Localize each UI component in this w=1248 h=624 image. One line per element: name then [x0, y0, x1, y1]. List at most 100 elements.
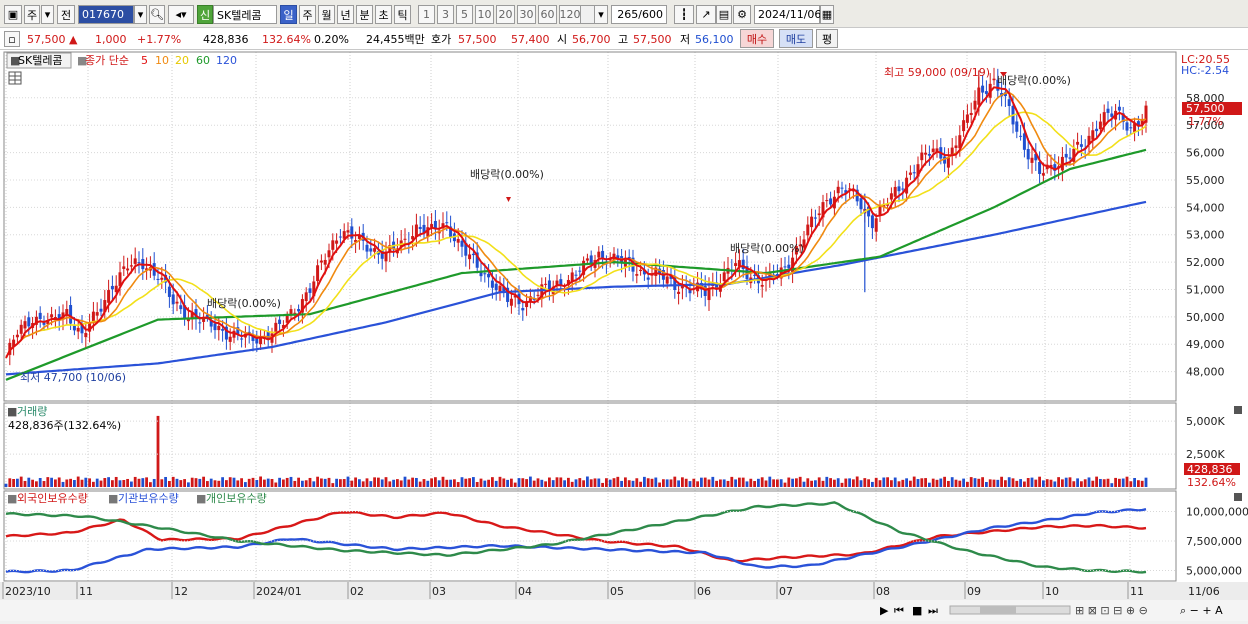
holdings-close-icon[interactable] — [1234, 493, 1242, 501]
date-tick-12: 10 — [1045, 585, 1059, 598]
tick-button-3[interactable]: 3 — [437, 5, 454, 24]
volume-bar — [316, 476, 319, 487]
period-button-2[interactable]: 월 — [318, 5, 335, 24]
layout-icon[interactable]: ▣ — [4, 5, 22, 24]
date-tick-10: 08 — [876, 585, 890, 598]
speaker-icon[interactable]: ◂▾ — [168, 5, 194, 24]
volume-bar — [1053, 481, 1057, 487]
sell-button[interactable]: 매도 — [779, 29, 813, 48]
candle-body — [1117, 106, 1121, 111]
volume-close-icon[interactable] — [1234, 406, 1242, 414]
volume-bar — [384, 477, 388, 487]
holdings-tick-2: 10,000,000 — [1186, 505, 1248, 518]
date-tick-13: 11 — [1130, 585, 1144, 598]
volume-bar — [80, 479, 84, 487]
tick-button-120[interactable]: 120 — [559, 5, 581, 24]
volume-bar — [966, 481, 969, 487]
calendar-icon[interactable]: ▦ — [820, 5, 834, 24]
tick-button-1[interactable]: 1 — [418, 5, 435, 24]
stock-code-input[interactable]: 017670 — [78, 5, 134, 24]
volume-bar — [1099, 478, 1102, 487]
volume-bar — [563, 480, 566, 487]
legend-indiv: 개인보유수량 — [206, 492, 267, 505]
volume-bar — [620, 480, 623, 487]
period-button-4[interactable]: 분 — [356, 5, 373, 24]
high-label: 고 — [618, 33, 629, 46]
draw-line-icon[interactable]: ↗ — [696, 5, 716, 24]
search-zoom-icon[interactable]: ⌕ − + A — [1180, 604, 1223, 617]
volume-bar — [745, 481, 749, 487]
volume-bar — [498, 476, 502, 487]
scroll-first-icon[interactable]: ⏮ — [894, 604, 904, 617]
period-button-1[interactable]: 주 — [299, 5, 316, 24]
tick-button-60[interactable]: 60 — [538, 5, 557, 24]
period-button-3[interactable]: 년 — [337, 5, 354, 24]
zoom-icons[interactable]: ⊞ ⊠ ⊡ ⊟ ⊕ ⊖ — [1075, 604, 1148, 617]
price-tick-1: 49,000 — [1186, 338, 1225, 351]
stop-icon[interactable]: ■ — [912, 604, 922, 617]
volume-bar — [377, 477, 380, 487]
period-button-5[interactable]: 초 — [375, 5, 392, 24]
volume-bar — [605, 478, 608, 487]
volume-bar — [536, 478, 540, 487]
volume-bar — [662, 479, 665, 487]
volume-bar — [137, 478, 141, 487]
volume-bar — [1015, 480, 1019, 487]
chart-area[interactable]: ■ SK텔레콤 ■ 종가 단순 5 10 20 60 120 최고 59,000… — [0, 50, 1248, 621]
volume-bar — [886, 477, 889, 487]
date-tick-14: 11/06 — [1188, 585, 1220, 598]
volume-bar — [50, 477, 53, 487]
scroll-last-icon[interactable]: ⏭ — [928, 604, 938, 617]
volume-bar — [582, 480, 585, 487]
search-icon[interactable]: 🔍︎ — [149, 5, 165, 24]
tick-button-20[interactable]: 20 — [496, 5, 515, 24]
candle-body — [950, 147, 954, 155]
volume-bar — [836, 478, 840, 487]
period-button-0[interactable]: 일 — [280, 5, 297, 24]
volume-bar — [768, 476, 772, 487]
candle-body — [1091, 130, 1095, 140]
candle-body — [72, 325, 76, 331]
candle-body — [171, 294, 175, 305]
volume-bar — [312, 481, 316, 487]
volume-bar — [141, 478, 145, 487]
volume-bar — [274, 482, 278, 487]
tick-button-10[interactable]: 10 — [475, 5, 494, 24]
buy-button[interactable]: 매수 — [740, 29, 774, 48]
volume-bar — [840, 482, 844, 487]
tick-dropdown-icon[interactable]: ▾ — [594, 5, 608, 24]
volume-bar — [1011, 478, 1015, 487]
volume-bar — [206, 481, 209, 487]
scroll-right-icon[interactable]: ▶ — [880, 604, 889, 617]
tick-button-5[interactable]: 5 — [456, 5, 473, 24]
candle-body — [418, 226, 422, 230]
bar-count-field[interactable]: 265/600 — [611, 5, 667, 24]
period-kind-button[interactable]: 주 — [24, 5, 40, 24]
volume-bar — [103, 478, 107, 487]
volume-bar — [418, 481, 422, 487]
stock-chart[interactable]: ■ SK텔레콤 ■ 종가 단순 5 10 20 60 120 최고 59,000… — [0, 50, 1248, 621]
prev-button[interactable]: 전 — [57, 5, 75, 24]
chevron-down-icon[interactable]: ▾ — [41, 5, 54, 24]
chart-type-icon[interactable]: ┇ — [674, 5, 694, 24]
tick-button-30[interactable]: 30 — [517, 5, 536, 24]
stock-name-field: SK텔레콤 — [213, 5, 277, 24]
volume-bar — [863, 478, 867, 487]
volume-bar — [259, 476, 262, 487]
gear-icon[interactable]: ⚙ — [733, 5, 751, 24]
volume-bar — [54, 479, 57, 487]
eval-button[interactable]: 평 — [816, 29, 838, 48]
period-button-6[interactable]: 틱 — [394, 5, 411, 24]
volume-bar — [688, 481, 692, 487]
save-icon[interactable]: ▤ — [716, 5, 732, 24]
volume-bar — [692, 478, 696, 487]
volume-bar — [1038, 476, 1041, 487]
legend-stock-name: SK텔레콤 — [18, 54, 63, 67]
quote-toggle-icon[interactable]: ▫ — [4, 31, 20, 47]
candle-body — [213, 323, 217, 331]
scroll-thumb[interactable] — [980, 606, 1016, 614]
volume-bar — [772, 479, 775, 487]
date-input[interactable]: 2024/11/06 — [754, 5, 821, 24]
candle-body — [99, 308, 103, 312]
code-dropdown-icon[interactable]: ▾ — [134, 5, 147, 24]
